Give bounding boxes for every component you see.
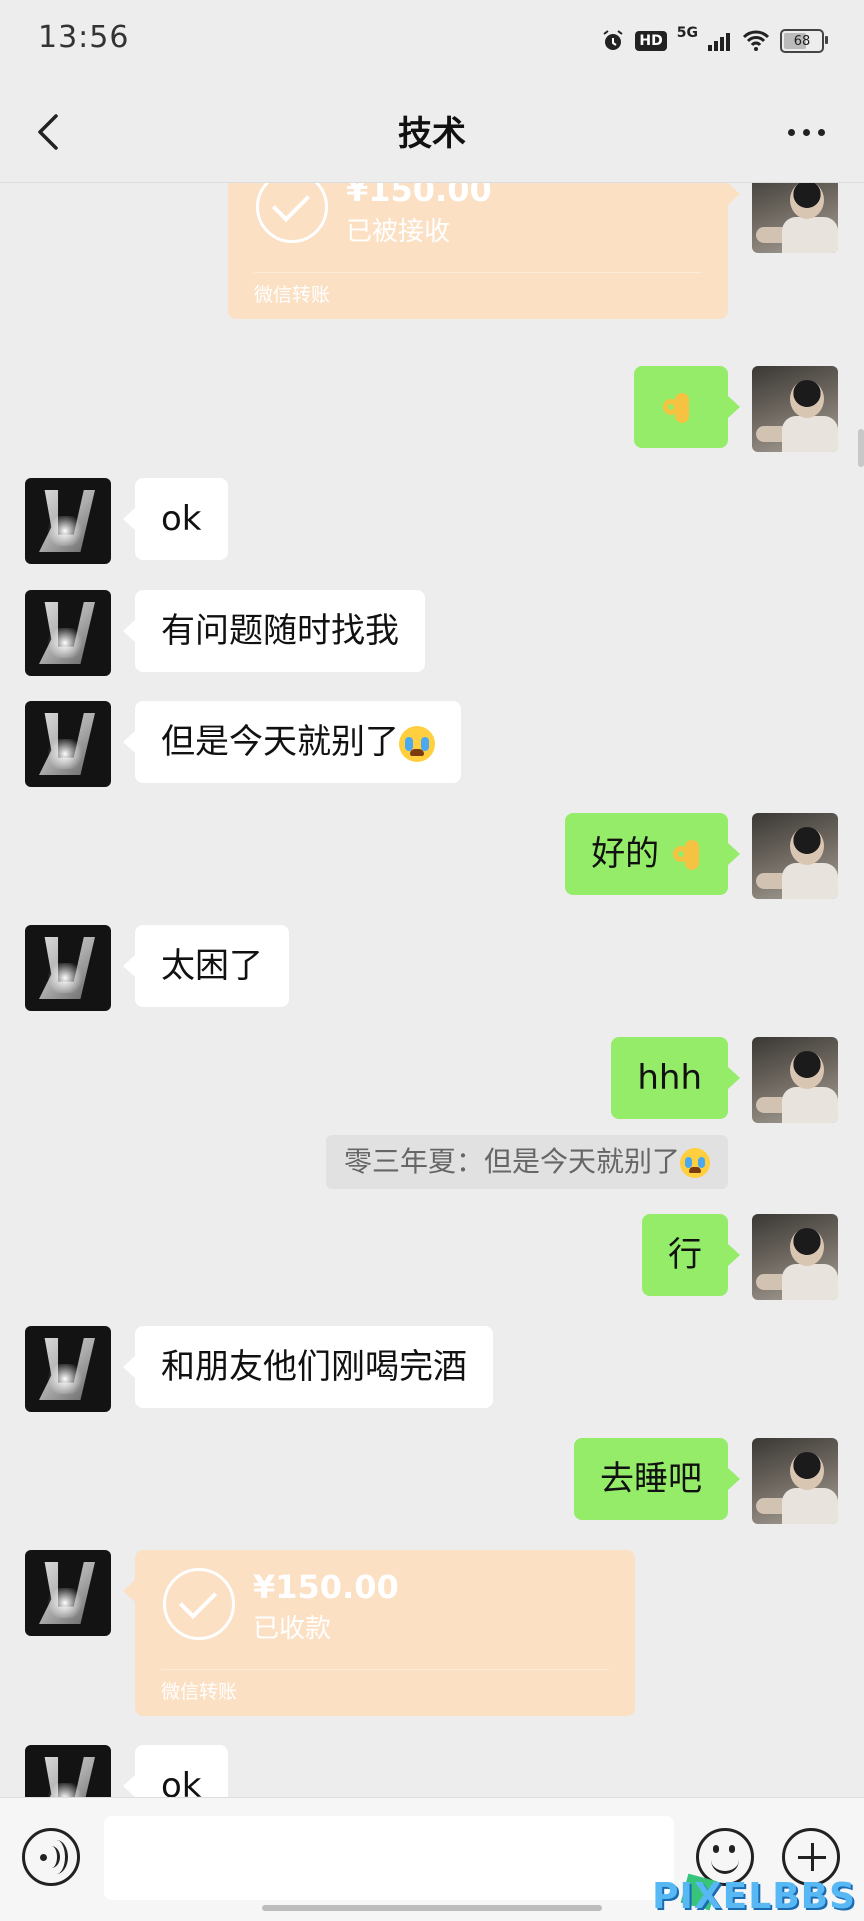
avatar-self[interactable] (752, 1438, 838, 1524)
avatar-self[interactable] (752, 1037, 838, 1123)
watermark: PIXELBBS (652, 1876, 856, 1917)
wifi-icon (742, 30, 770, 51)
transfer-footer: 微信转账 (254, 284, 331, 306)
battery-icon: 68 (780, 29, 828, 53)
transfer-card-sent[interactable]: ¥150.00 已被接收 微信转账 (228, 183, 740, 319)
message-bubble[interactable]: 好的 (565, 813, 740, 895)
check-circle-icon (163, 1568, 235, 1640)
avatar-self[interactable] (752, 366, 838, 452)
message-bubble[interactable]: 和朋友他们刚喝完酒 (123, 1326, 493, 1408)
quoted-message[interactable]: 零三年夏：但是今天就别了 (325, 1135, 728, 1189)
quoted-text: 零三年夏：但是今天就别了 (343, 1145, 680, 1178)
message-bubble-ok-emoji[interactable] (634, 366, 740, 448)
check-circle-icon (256, 183, 328, 243)
transfer-status: 已被接收 (346, 217, 451, 247)
chat-title: 技术 (398, 114, 466, 154)
transfer-status: 已收款 (253, 1614, 332, 1644)
avatar-contact[interactable] (25, 590, 111, 676)
voice-input-icon[interactable] (22, 1828, 80, 1886)
avatar-contact[interactable] (25, 701, 111, 787)
message-bubble[interactable]: 去睡吧 (574, 1438, 740, 1520)
avatar-contact[interactable] (25, 1550, 111, 1636)
message-bubble[interactable]: hhh (611, 1037, 740, 1119)
message-bubble[interactable]: ok (123, 1745, 228, 1797)
avatar-self[interactable] (752, 813, 838, 899)
avatar-contact[interactable] (25, 1326, 111, 1412)
message-bubble[interactable]: ok (123, 478, 228, 560)
input-bar: PIXELBBS (0, 1797, 864, 1921)
avatar-contact[interactable] (25, 925, 111, 1011)
status-bar: 13:56 HD 5G 68 (0, 0, 864, 82)
message-input[interactable] (104, 1816, 674, 1900)
scrollbar[interactable] (858, 429, 864, 467)
nav-bar: 技术 (0, 82, 864, 183)
ok-hand-emoji-icon (670, 838, 702, 874)
crying-face-emoji-icon (680, 1148, 710, 1178)
transfer-footer: 微信转账 (161, 1681, 238, 1703)
alarm-icon (603, 30, 624, 50)
transfer-card-received[interactable]: ¥150.00 已收款 微信转账 (123, 1550, 635, 1716)
message-bubble[interactable]: 行 (642, 1214, 740, 1296)
ok-hand-emoji-icon (660, 391, 692, 427)
message-bubble[interactable]: 但是今天就别了 (123, 701, 461, 783)
crying-face-emoji-icon (399, 725, 435, 762)
message-text: 但是今天就别了 (161, 722, 399, 762)
message-bubble[interactable]: 有问题随时找我 (123, 590, 425, 672)
status-time: 13:56 (38, 20, 130, 55)
network-label: 5G (676, 25, 698, 41)
more-options-icon[interactable] (782, 112, 830, 152)
avatar-self[interactable] (752, 1214, 838, 1300)
avatar-contact[interactable] (25, 1745, 111, 1797)
chat-message-list[interactable]: ¥150.00 已被接收 微信转账 ok 有问题随时找我 但是今天就别了 好的 (0, 183, 864, 1797)
transfer-amount: ¥150.00 (253, 1568, 399, 1606)
avatar-self[interactable] (752, 183, 838, 253)
home-indicator[interactable] (262, 1905, 602, 1911)
signal-icon (708, 33, 730, 51)
message-text: 好的 (591, 834, 660, 874)
transfer-amount: ¥150.00 (346, 183, 492, 209)
battery-level: 68 (793, 33, 811, 49)
message-bubble[interactable]: 太困了 (123, 925, 289, 1007)
status-icons: HD 5G 68 (601, 25, 828, 56)
hd-badge: HD (635, 31, 667, 51)
avatar-contact[interactable] (25, 478, 111, 564)
